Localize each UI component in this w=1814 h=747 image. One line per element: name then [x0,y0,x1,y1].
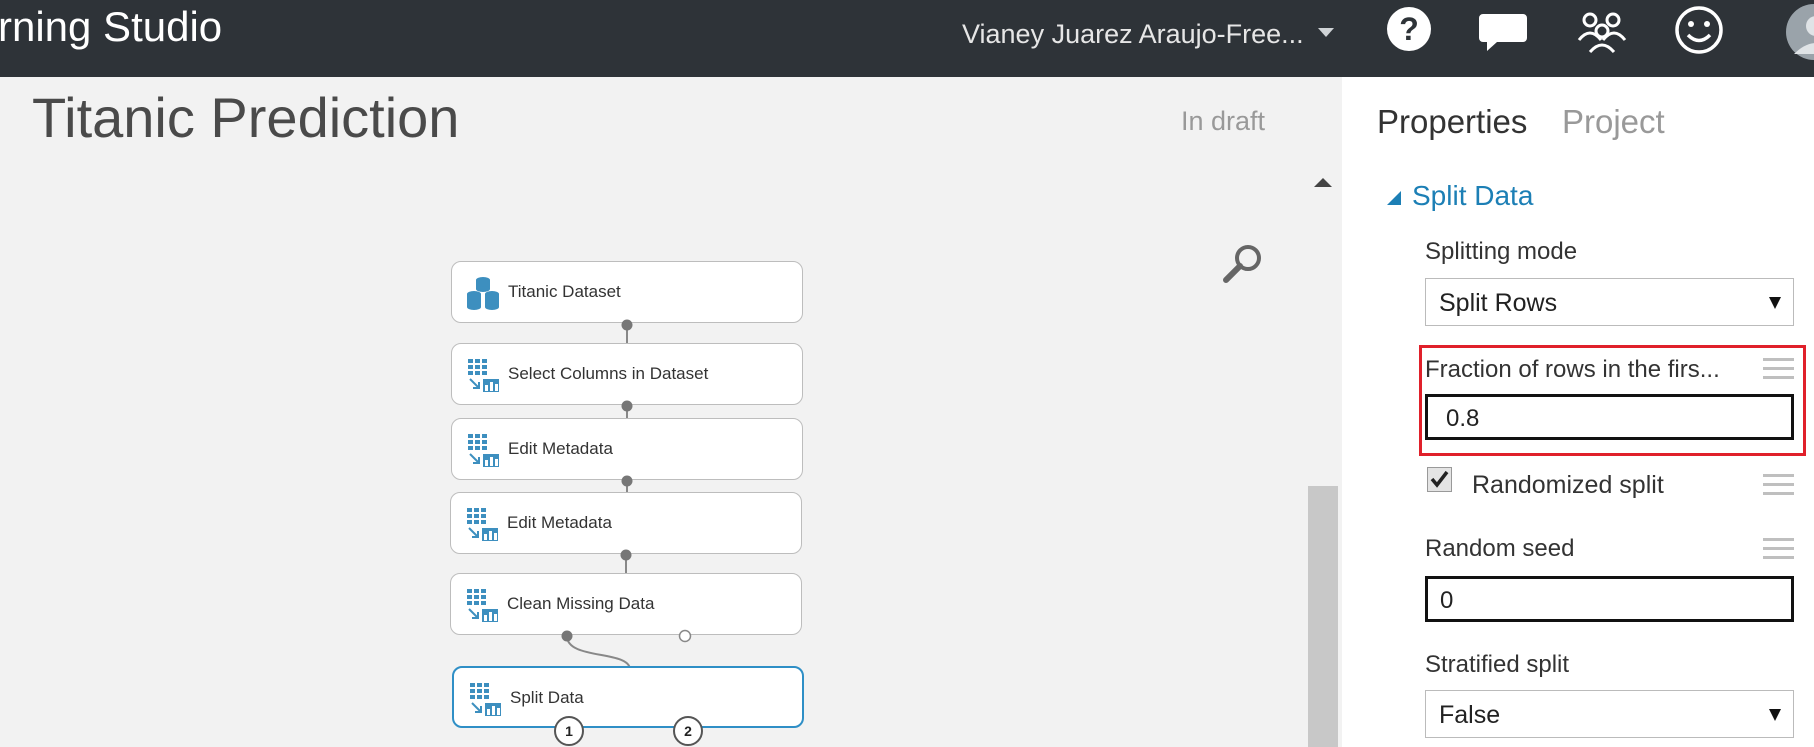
module-ports: 1 2 [554,319,703,746]
output-port[interactable] [561,630,573,642]
random-seed-label: Random seed [1425,535,1575,562]
randomized-split-checkbox[interactable] [1427,467,1452,492]
stratified-split-label: Stratified split [1425,651,1570,678]
output-port[interactable] [620,549,632,561]
avatar[interactable] [1784,2,1814,62]
stratified-split-select[interactable]: False [1425,690,1794,738]
output-port-1[interactable]: 1 [554,716,584,746]
checkmark-icon [1430,470,1449,488]
tab-properties[interactable]: Properties [1377,100,1527,144]
output-port-unconnected[interactable] [678,629,692,643]
section-title[interactable]: Split Data [1412,178,1533,214]
svg-text:?: ? [1399,11,1419,47]
input-value: 0 [1440,587,1454,614]
selected-value: Split Rows [1439,289,1558,317]
splitting-mode-select[interactable]: Split Rows [1425,278,1794,326]
feedback-smiley-icon[interactable] [1669,2,1729,62]
selected-value: False [1439,701,1501,729]
output-port-2[interactable]: 2 [673,716,703,746]
chat-icon[interactable] [1475,2,1535,62]
collapse-triangle-icon[interactable] [1387,191,1401,205]
output-port[interactable] [621,475,633,487]
community-icon[interactable] [1573,2,1633,62]
random-seed-input[interactable]: 0 [1425,576,1794,622]
output-port[interactable] [621,400,633,412]
dropdown-arrow-icon [1769,297,1781,309]
drag-handle-icon[interactable] [1763,356,1794,382]
fraction-label: Fraction of rows in the firs... [1425,356,1720,383]
port-number: 1 [565,723,573,739]
output-port[interactable] [621,319,633,331]
port-number: 2 [684,723,692,739]
fraction-input[interactable]: 0.8 [1425,394,1794,440]
randomized-split-label: Randomized split [1472,471,1664,499]
drag-handle-icon[interactable] [1763,472,1794,498]
dropdown-arrow-icon [1769,709,1781,721]
splitting-mode-label: Splitting mode [1425,238,1578,265]
input-value: 0.8 [1446,405,1480,432]
drag-handle-icon[interactable] [1763,536,1794,562]
help-icon[interactable]: ? [1381,2,1441,62]
tab-project[interactable]: Project [1562,100,1665,144]
